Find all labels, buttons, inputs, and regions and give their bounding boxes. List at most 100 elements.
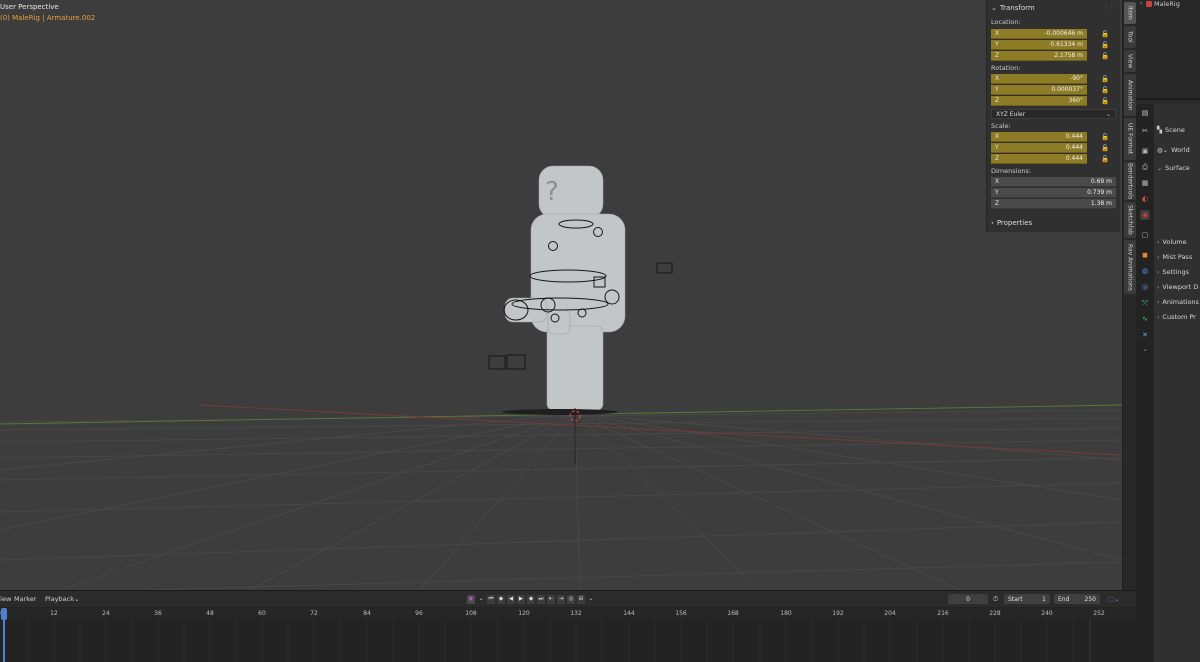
chevron-down-icon: ⌄ [991,4,997,12]
location-z-field[interactable]: Z 2.1758 m [991,51,1087,61]
scene-icon[interactable]: ◐ [1140,194,1150,204]
sync-icon[interactable]: ◎ [567,594,575,604]
animations-panel-header[interactable]: › Animations [1157,298,1199,306]
axis-label: Z [995,52,1000,59]
prev-marker-icon[interactable]: ⇤ [547,594,555,604]
rotation-mode-dropdown[interactable]: XYZ Euler ⌄ [991,109,1116,119]
next-marker-icon[interactable]: ⇥ [557,594,565,604]
play-reverse-icon[interactable]: ◀ [507,594,515,604]
next-keyframe-icon[interactable]: ◆ [527,594,535,604]
chevron-right-icon[interactable]: › [1140,0,1142,7]
lock-icon[interactable]: 🔓 [1101,52,1109,60]
modifier-icon[interactable]: ◍ [1140,266,1150,276]
location-y-field[interactable]: Y 0.61334 m [991,40,1087,50]
field-value: 0.000037° [1051,86,1083,93]
properties-subpanel-header[interactable]: › Properties [991,218,1032,228]
ruler-tick: 168 [727,610,739,617]
properties-tabs: ▤ ✂ ▣ ⎙ ▦ ◐ ◉ ▢ ◼ ◍ ◎ ⤲ ∿ ✕ ⌄ [1136,104,1154,662]
scale-z-field[interactable]: Z 0.444 [991,154,1087,164]
prev-keyframe-icon[interactable]: ◆ [497,594,505,604]
physics-icon[interactable]: ◎ [1140,282,1150,292]
axis-label: Z [995,97,1000,104]
lock-icon[interactable]: 🔓 [1101,97,1109,105]
keyframe-area[interactable] [0,619,1136,662]
chevron-down-icon[interactable]: ⌄ [74,595,79,603]
lock-icon[interactable]: 🔓 [1101,144,1109,152]
ruler-tick: 48 [206,610,214,617]
tab-view[interactable]: View [1124,50,1136,72]
viewport-display-panel-header[interactable]: › Viewport D [1157,283,1198,291]
character-model[interactable] [504,165,626,411]
lock-icon[interactable]: 🔓 [1101,41,1109,49]
outliner-item[interactable]: MaleRig [1154,0,1180,8]
constraint-icon[interactable]: ⤲ [1140,298,1150,308]
dimensions-y-field[interactable]: Y 0.739 m [991,188,1116,198]
view-layer-icon[interactable]: ▦ [1140,178,1150,188]
rotation-y-field[interactable]: Y 0.000037° [991,85,1087,95]
output-icon[interactable]: ⎙ [1140,162,1150,172]
lock-icon[interactable]: 🔓 [1101,155,1109,163]
scale-y-field[interactable]: Y 0.444 [991,143,1087,153]
lock-icon[interactable]: 🔓 [1101,133,1109,141]
render-icon[interactable]: ▣ [1140,146,1150,156]
tool-icon[interactable]: ✂ [1140,126,1150,136]
chevron-down-icon[interactable]: ⌄ [1140,344,1150,354]
drag-handle-icon[interactable]: ⋮⋮ [1103,3,1115,10]
properties-title: Properties [996,219,1033,227]
lock-icon[interactable]: 🔓 [1101,75,1109,83]
rotation-z-field[interactable]: Z 360° [991,96,1087,106]
editor-type-icon[interactable]: ▤ [1140,108,1150,118]
start-frame-field[interactable]: Start 1 [1004,594,1050,604]
bone-icon[interactable]: ✕ [1140,330,1150,340]
end-frame-field[interactable]: End 250 [1054,594,1100,604]
volume-panel-header[interactable]: › Volume [1157,238,1187,246]
stopwatch-icon[interactable]: ⏱ [993,595,998,604]
current-frame-field[interactable]: 0 [948,594,988,604]
lock-icon[interactable]: 🔓 [1101,86,1109,94]
menu-playback[interactable]: Playback [45,595,74,603]
location-x-field[interactable]: X -0.000646 m [991,29,1087,39]
rotation-x-field[interactable]: X -90° [991,74,1087,84]
active-object-name: Armature.002 [46,14,96,22]
lock-icon[interactable]: 🔓 [1101,30,1109,38]
dimensions-z-field[interactable]: Z 1.38 m [991,199,1116,209]
scale-x-field[interactable]: X 0.444 [991,132,1087,142]
jump-start-icon[interactable]: ⏮ [487,594,495,604]
tab-rav-animations[interactable]: Rav Animations [1124,240,1136,294]
object-data-icon[interactable]: ∿ [1140,314,1150,324]
transform-header[interactable]: ⌄ Transform [991,3,1035,13]
transform-title: Transform [999,4,1035,12]
mist-pass-panel-header[interactable]: › Mist Pass [1157,253,1192,261]
keying-set-icon[interactable]: ⊟ [577,594,585,604]
play-icon[interactable]: ▶ [517,594,525,604]
settings-panel-header[interactable]: › Settings [1157,268,1189,276]
tab-bendertools[interactable]: Bendertools [1124,162,1136,200]
frame-ruler[interactable]: 0 12 24 36 48 60 72 84 96 108 120 132 14… [0,608,1136,619]
surface-panel-header[interactable]: ⌄ Surface [1157,164,1190,172]
menu-marker[interactable]: Marker [14,595,36,603]
axis-label: X [995,178,1000,185]
object-icon[interactable]: ◼ [1140,250,1150,260]
3d-viewport[interactable]: ? User Perspective (0) MaleRig | Armatur… [0,0,1122,590]
object-prefix: (0) MaleRig [0,14,40,22]
chevron-down-icon[interactable]: ⌄ [477,595,485,604]
menu-view[interactable]: View [0,595,11,603]
jump-end-icon[interactable]: ⏭ [537,594,545,604]
tab-tool[interactable]: Tool [1124,26,1136,48]
view-icon[interactable]: ⬚⌄ [1108,595,1120,603]
custom-properties-panel-header[interactable]: › Custom Pr [1157,313,1196,321]
dimensions-label: Dimensions: [991,167,1032,175]
tab-item[interactable]: Item [1124,2,1136,24]
chevron-right-icon: › [1157,268,1160,276]
chevron-down-icon[interactable]: ⌄ [587,595,595,604]
dimensions-x-field[interactable]: X 0.69 m [991,177,1116,187]
world-icon[interactable]: ◉ [1140,210,1150,220]
scene-row[interactable]: ▚ Scene [1157,126,1185,134]
3d-cursor[interactable] [569,408,581,464]
record-icon[interactable]: ◉ [467,594,475,604]
world-selector[interactable]: ◍⌄ World [1157,146,1190,154]
tab-ue-format[interactable]: UE Format [1124,118,1136,160]
tab-sketchfab[interactable]: Sketchfab [1124,202,1136,238]
tab-animation[interactable]: Animation [1124,74,1136,116]
collection-icon[interactable]: ▢ [1140,230,1150,240]
